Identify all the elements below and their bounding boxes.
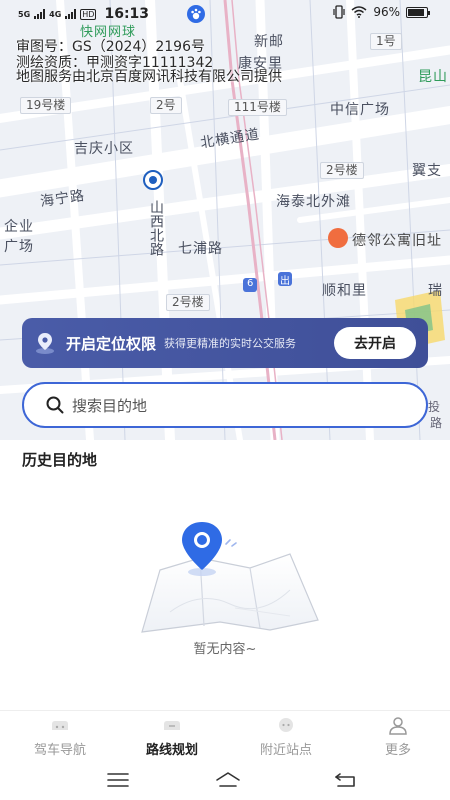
map-label-2hao: 2号 — [150, 97, 182, 114]
map-approval-line-3: 地图服务由北京百度网讯科技有限公司提供 — [16, 69, 282, 85]
map-label-yizhi: 翼支 — [412, 163, 442, 179]
back-icon[interactable] — [332, 770, 360, 790]
tab-label: 驾车导航 — [33, 743, 86, 758]
location-pin-icon — [32, 330, 58, 356]
location-banner-subtitle: 获得更精准的实时公交服务 — [164, 337, 297, 350]
status-left: 5G 4G HD 16:13 — [18, 5, 206, 23]
hd-badge: HD — [80, 8, 97, 20]
car-icon — [52, 721, 68, 730]
tab-nearby-stations[interactable]: 附近站点 — [246, 715, 326, 758]
status-bar: 5G 4G HD 16:13 96% — [0, 0, 450, 26]
map-exit-label: 出 — [280, 276, 290, 287]
enable-location-button[interactable]: 去开启 — [334, 327, 416, 359]
destination-search-input[interactable]: 搜索目的地 — [22, 382, 428, 428]
signal-label-2: 4G — [49, 9, 62, 19]
map-label-111hao: 111号楼 — [228, 99, 287, 116]
tab-route-planning[interactable]: 路线规划 — [132, 715, 212, 758]
map-label-lu: 路 — [430, 416, 443, 430]
location-banner-title: 开启定位权限 — [66, 334, 157, 353]
map-label-shanxibei: 山西北路 — [148, 200, 164, 256]
map-label-shunhe: 顺和里 — [322, 283, 367, 299]
map-label-guangchang: 广场 — [4, 239, 34, 255]
baidu-paw-icon — [187, 5, 206, 23]
map-label-19hao: 19号楼 — [20, 97, 72, 114]
signal-icon-1 — [34, 9, 46, 19]
battery-icon — [406, 6, 430, 18]
map-label-xinyou: 新邮 — [254, 34, 284, 50]
location-permission-banner: 开启定位权限 获得更精准的实时公交服务 去开启 — [22, 318, 428, 368]
signal-label-1: 5G — [18, 9, 31, 19]
map-label-zhongxin: 中信广场 — [330, 102, 390, 118]
search-placeholder: 搜索目的地 — [72, 396, 148, 415]
signal-icon-2 — [65, 9, 77, 19]
search-icon — [46, 396, 64, 414]
tab-more[interactable]: 更多 — [358, 715, 438, 758]
map-label-1hao: 1号 — [370, 33, 402, 50]
tab-label: 路线规划 — [145, 743, 198, 758]
battery-percent: 96% — [373, 5, 400, 19]
map-label-haitai: 海泰北外滩 — [276, 194, 351, 210]
map-route-6: 6 — [247, 278, 254, 289]
history-section-title: 历史目的地 — [22, 451, 98, 469]
map-label-kunshan: 昆山 — [418, 69, 448, 85]
vibrate-icon — [333, 5, 345, 19]
map-label-deling: 德邻公寓旧址 — [352, 233, 442, 249]
home-icon[interactable] — [214, 770, 242, 790]
user-icon — [389, 717, 407, 735]
map-label-jiqing: 吉庆小区 — [74, 141, 134, 157]
map-label-2haolou-bottom: 2号楼 — [166, 294, 210, 311]
status-time: 16:13 — [104, 6, 150, 22]
map-view[interactable]: 快网网球 新邮 康安里 1号 昆山 19号楼 2号 111号楼 中信广场 吉庆小… — [0, 0, 450, 440]
map-label-2haolou-right: 2号楼 — [320, 162, 364, 179]
system-navigation-bar — [0, 760, 450, 800]
route-icon — [164, 721, 180, 730]
map-label-qipu: 七浦路 — [178, 241, 223, 257]
folded-map-icon — [141, 522, 319, 633]
tab-label: 附近站点 — [259, 743, 312, 758]
wifi-icon — [351, 6, 367, 18]
empty-state-illustration — [140, 520, 320, 640]
map-label-rui: 瑞 — [428, 283, 443, 299]
menu-icon[interactable] — [104, 770, 132, 790]
tab-drive-navigation[interactable]: 驾车导航 — [20, 715, 100, 758]
bus-stop-icon — [279, 718, 293, 732]
empty-state-text: 暂无内容~ — [193, 642, 257, 657]
map-label-qiye: 企业 — [4, 219, 34, 235]
bottom-tab-bar: 驾车导航 路线规划 附近站点 更多 — [0, 710, 450, 760]
status-right: 96% — [333, 5, 430, 19]
map-label-tou: 投 — [428, 400, 441, 414]
tab-label: 更多 — [384, 743, 411, 758]
